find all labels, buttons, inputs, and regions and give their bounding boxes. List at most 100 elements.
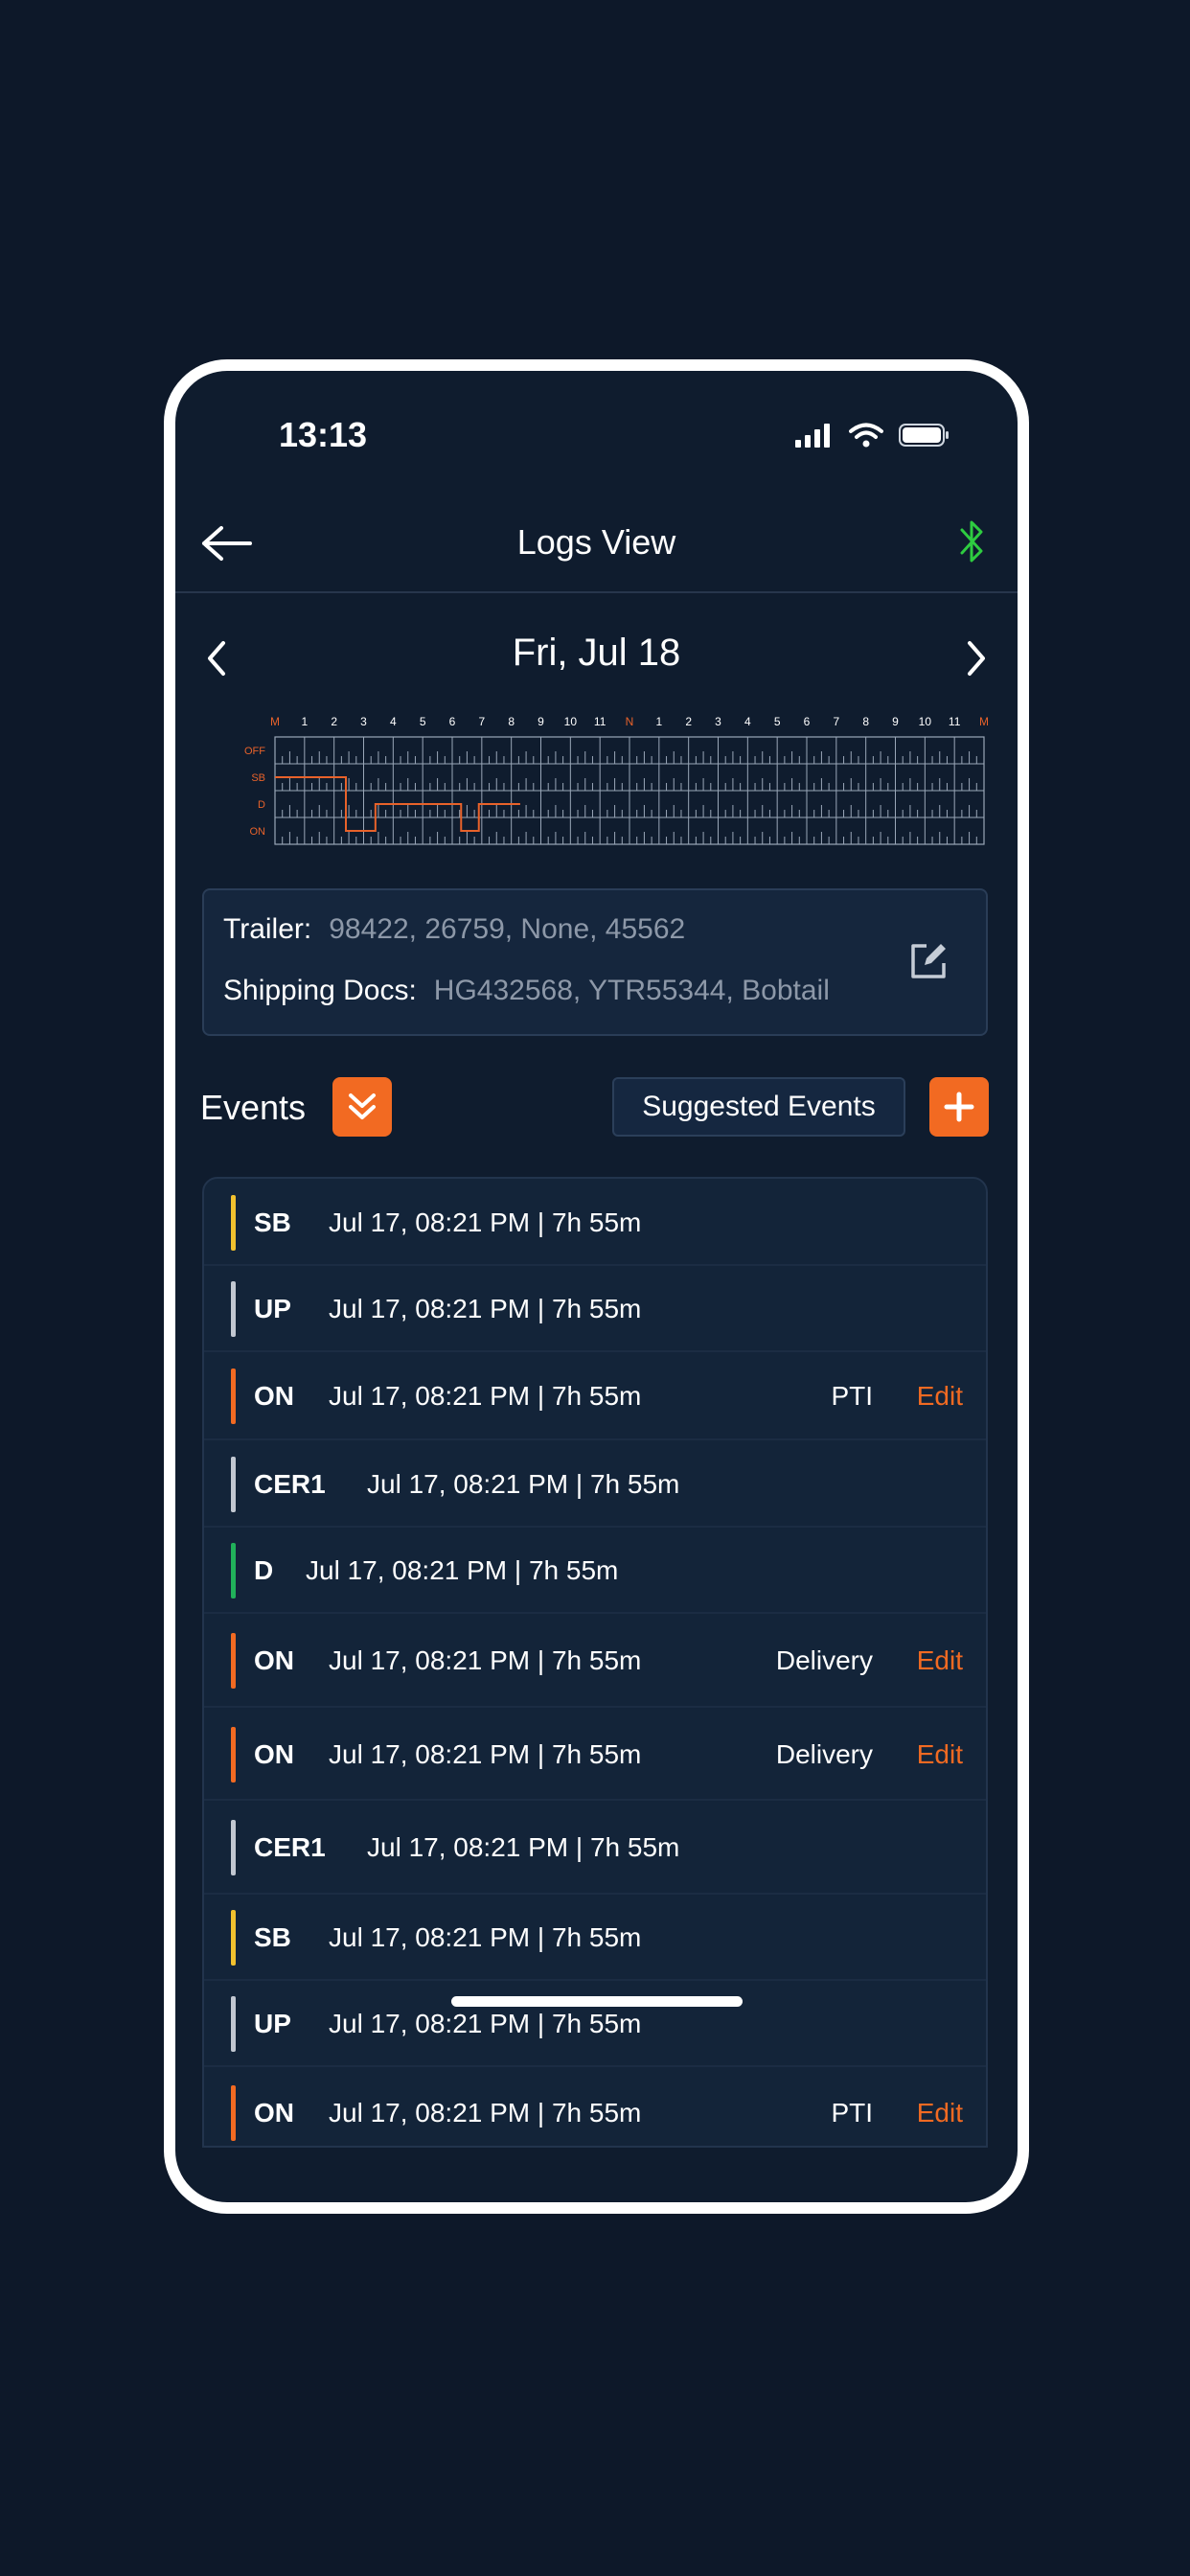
event-status-bar: [231, 1456, 236, 1512]
graph-hour-label: 8: [862, 715, 869, 728]
event-code: ON: [254, 1381, 294, 1411]
event-status-bar: [231, 1368, 236, 1424]
event-row[interactable]: D Jul 17, 08:21 PM | 7h 55m: [204, 1528, 986, 1614]
event-edit-button[interactable]: Edit: [917, 1739, 963, 1770]
battery-icon: [899, 424, 949, 447]
event-status-bar: [231, 1726, 236, 1782]
event-row[interactable]: ON Jul 17, 08:21 PM | 7h 55m Delivery Edit: [204, 1614, 986, 1708]
graph-hour-label: 1: [301, 715, 308, 728]
status-icons: [795, 423, 950, 448]
trailer-value: 98422, 26759, None, 45562: [329, 913, 686, 945]
graph-row-label: D: [258, 799, 265, 811]
duty-status-graph: M1234567891011N1234567891011MOFFSBDONOff…: [244, 715, 989, 845]
event-row[interactable]: UP Jul 17, 08:21 PM | 7h 55m: [204, 1266, 986, 1352]
event-tag: PTI: [831, 2098, 873, 2128]
graph-hour-label: 10: [919, 715, 932, 728]
event-edit-button[interactable]: Edit: [917, 2098, 963, 2128]
header-divider: [175, 591, 1018, 593]
home-indicator: [451, 1996, 743, 2007]
event-time: Jul 17, 08:21 PM | 7h 55m: [306, 1555, 619, 1585]
phone-frame: 13:13 Logs View Fri, Jul 18 M123456789 1…: [164, 359, 1029, 2214]
wifi-icon: [849, 423, 883, 448]
event-row[interactable]: CER1 Jul 17, 08:21 PM | 7h 55m: [204, 1440, 986, 1528]
events-heading: Events: [200, 1088, 307, 1127]
event-time: Jul 17, 08:21 PM | 7h 55m: [329, 1294, 642, 1323]
event-code: ON: [254, 1645, 294, 1675]
graph-hour-label: 11: [594, 715, 606, 728]
graph-hour-label: 2: [331, 715, 337, 728]
event-time: Jul 17, 08:21 PM | 7h 55m: [329, 1922, 642, 1952]
chevron-right-icon[interactable]: [962, 637, 991, 679]
event-code: UP: [254, 2009, 291, 2038]
event-row[interactable]: CER1 Jul 17, 08:21 PM | 7h 55m: [204, 1801, 986, 1895]
shipping-docs-row: Shipping Docs: HG432568, YTR55344, Bobtai…: [223, 975, 830, 1007]
event-status-bar: [231, 1633, 236, 1689]
event-status-bar: [231, 1820, 236, 1875]
event-row[interactable]: SB Jul 17, 08:21 PM | 7h 55m: [204, 1895, 986, 1981]
graph-hour-label: 3: [715, 715, 721, 728]
graph-hour-label: 6: [449, 715, 456, 728]
event-code: CER1: [254, 1468, 326, 1499]
event-code: ON: [254, 2098, 294, 2128]
event-row[interactable]: ON Jul 17, 08:21 PM | 7h 55m PTI Edit: [204, 2067, 986, 2146]
event-code: SB: [254, 1922, 291, 1952]
event-time: Jul 17, 08:21 PM | 7h 55m: [329, 1738, 642, 1769]
graph-hour-label: 9: [538, 715, 544, 728]
event-status-bar: [231, 1281, 236, 1337]
trailer-label: Trailer:: [223, 913, 312, 945]
event-code: CER1: [254, 1832, 326, 1862]
graph-hour-label: 11: [949, 715, 961, 728]
graph-hour-label: M: [979, 715, 989, 728]
graph-hour-label: 6: [804, 715, 811, 728]
trip-info-card: Trailer: 98422, 26759, None, 45562 Shippi…: [202, 888, 988, 1036]
graph-hour-label: 5: [420, 715, 426, 728]
double-chevron-down-icon: [349, 1093, 376, 1119]
edit-icon[interactable]: [905, 938, 951, 984]
graph-hour-label: 1: [655, 715, 662, 728]
graph-hour-label: 7: [833, 715, 839, 728]
add-event-button[interactable]: [929, 1077, 989, 1137]
event-row[interactable]: ON Jul 17, 08:21 PM | 7h 55m PTI Edit: [204, 1352, 986, 1440]
graph-hour-label: 3: [360, 715, 367, 728]
event-time: Jul 17, 08:21 PM | 7h 55m: [329, 2098, 642, 2128]
page-title: Logs View: [516, 522, 676, 562]
plus-icon: [944, 1092, 974, 1122]
event-code: D: [254, 1555, 274, 1585]
event-tag: PTI: [831, 1381, 873, 1411]
graph-row-label: ON: [250, 826, 266, 838]
graph-hour-label: 8: [508, 715, 515, 728]
graph-hour-label: 10: [564, 715, 578, 728]
shipping-docs-value: HG432568, YTR55344, Bobtail: [433, 975, 830, 1006]
shipping-docs-label: Shipping Docs:: [223, 975, 417, 1006]
event-row[interactable]: SB Jul 17, 08:21 PM | 7h 55m: [204, 1179, 986, 1266]
event-tag: Delivery: [775, 1738, 873, 1769]
event-time: Jul 17, 08:21 PM | 7h 55m: [367, 1832, 680, 1862]
event-edit-button[interactable]: Edit: [917, 1381, 963, 1412]
bluetooth-icon[interactable]: [956, 517, 987, 566]
graph-hour-label: 4: [744, 715, 751, 728]
suggested-events-button[interactable]: Suggested Events: [612, 1077, 905, 1137]
event-time: Jul 17, 08:21 PM | 7h 55m: [329, 1645, 642, 1675]
graph-hour-label: 7: [478, 715, 485, 728]
event-row[interactable]: ON Jul 17, 08:21 PM | 7h 55m Delivery Edit: [204, 1708, 986, 1801]
graph-hour-label: 5: [774, 715, 781, 728]
event-tag: Delivery: [775, 1645, 873, 1675]
event-status-bar: [231, 1996, 236, 2052]
status-time: 13:13: [279, 415, 368, 454]
event-row[interactable]: UP Jul 17, 08:21 PM | 7h 55m: [204, 1981, 986, 2067]
event-time: Jul 17, 08:21 PM | 7h 55m: [367, 1468, 680, 1499]
graph-row-label: OFF: [244, 746, 265, 757]
graph-hour-label: 2: [685, 715, 692, 728]
event-status-bar: [231, 1194, 236, 1251]
graph-hour-label: M: [270, 715, 280, 728]
collapse-events-button[interactable]: [332, 1077, 392, 1137]
event-edit-button[interactable]: Edit: [917, 1645, 963, 1676]
event-time: Jul 17, 08:21 PM | 7h 55m: [329, 1381, 642, 1411]
trailer-row: Trailer: 98422, 26759, None, 45562: [223, 913, 685, 946]
event-time: Jul 17, 08:21 PM | 7h 55m: [329, 1207, 642, 1237]
graph-row-label: SB: [251, 772, 265, 784]
graph-hour-label: 9: [892, 715, 899, 728]
graph-hour-label: 4: [390, 715, 397, 728]
event-code: UP: [254, 1294, 291, 1323]
event-status-bar: [231, 2085, 236, 2141]
